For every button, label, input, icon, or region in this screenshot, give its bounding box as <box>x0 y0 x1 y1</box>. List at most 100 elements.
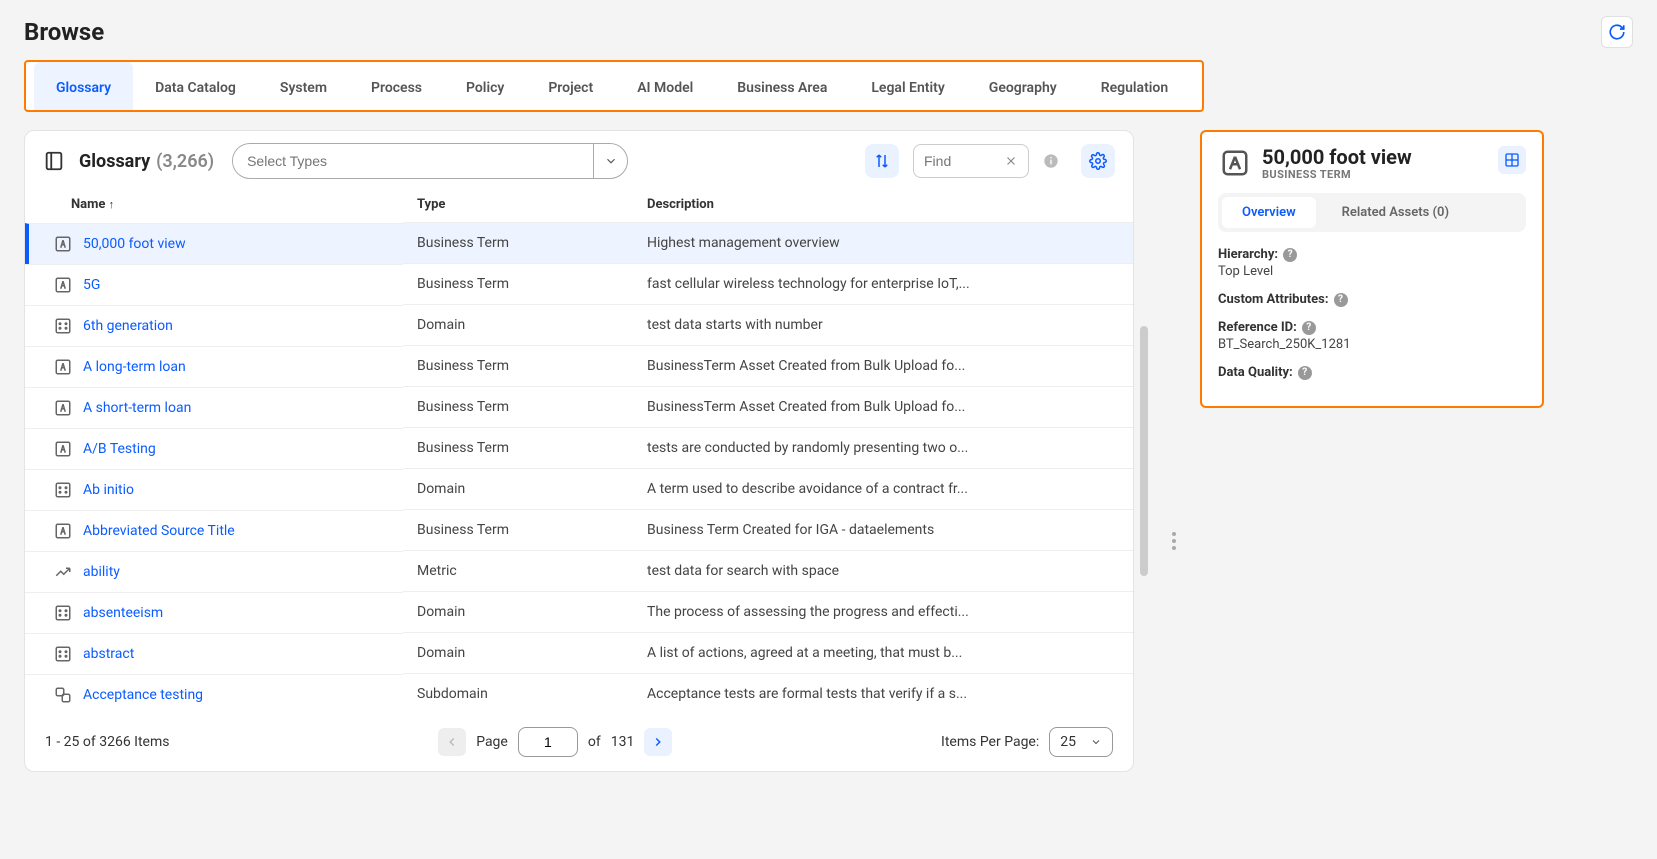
help-icon[interactable]: ? <box>1334 293 1348 307</box>
settings-button[interactable] <box>1081 144 1115 178</box>
table-row[interactable]: 50,000 foot view Business TermHighest man… <box>25 223 1133 264</box>
next-page-button[interactable] <box>644 728 672 756</box>
row-name-link[interactable]: Acceptance testing <box>83 687 203 703</box>
detail-tab-overview[interactable]: Overview <box>1222 197 1316 228</box>
row-name-link[interactable]: abstract <box>83 646 134 662</box>
find-input[interactable] <box>922 152 1002 170</box>
table-row[interactable]: Abbreviated Source Title Business TermBus… <box>25 510 1133 551</box>
row-description: test data for search with space <box>633 551 1133 592</box>
tab-data-catalog[interactable]: Data Catalog <box>133 62 258 110</box>
table-row[interactable]: 5G Business Termfast cellular wireless te… <box>25 264 1133 305</box>
row-description: Highest management overview <box>633 223 1133 264</box>
custom-attr-label: Custom Attributes: <box>1218 292 1329 307</box>
tab-legal-entity[interactable]: Legal Entity <box>849 62 966 110</box>
row-type-icon <box>53 398 73 418</box>
glossary-icon <box>43 150 65 172</box>
table-row[interactable]: 6th generation Domaintest data starts wit… <box>25 305 1133 346</box>
row-description: Business Term Created for IGA - dataelem… <box>633 510 1133 551</box>
help-icon[interactable]: ? <box>1283 248 1297 262</box>
row-name-link[interactable]: Abbreviated Source Title <box>83 523 235 539</box>
row-name-link[interactable]: 6th generation <box>83 318 173 334</box>
detail-tab-related[interactable]: Related Assets (0) <box>1322 197 1469 228</box>
tab-business-area[interactable]: Business Area <box>715 62 849 110</box>
page-title: Browse <box>24 18 104 46</box>
row-type: Business Term <box>403 346 633 387</box>
chevron-down-icon <box>1090 736 1102 748</box>
row-description: fast cellular wireless technology for en… <box>633 264 1133 305</box>
expand-icon <box>1504 152 1520 168</box>
table-row[interactable]: Acceptance testingSubdomainAcceptance te… <box>25 674 1133 715</box>
ipp-select[interactable]: 25 <box>1049 727 1113 757</box>
row-type: Business Term <box>403 223 633 264</box>
row-description: The process of assessing the progress an… <box>633 592 1133 633</box>
table-row[interactable]: Ab initioDomainA term used to describe a… <box>25 469 1133 510</box>
sort-asc-icon: ↑ <box>109 198 115 211</box>
info-icon[interactable] <box>1043 153 1067 169</box>
tabs-bar: Glossary Data Catalog System Process Pol… <box>24 60 1204 112</box>
tab-glossary[interactable]: Glossary <box>34 62 133 110</box>
tab-regulation[interactable]: Regulation <box>1079 62 1190 110</box>
row-type: Business Term <box>403 428 633 469</box>
table-row[interactable]: absenteeism DomainThe process of assessin… <box>25 592 1133 633</box>
row-type-icon <box>53 685 73 705</box>
tab-system[interactable]: System <box>258 62 349 110</box>
row-name-link[interactable]: ability <box>83 564 120 580</box>
gear-icon <box>1089 152 1107 170</box>
chevron-down-icon[interactable] <box>593 144 627 178</box>
col-header-name[interactable]: Name ↑ <box>25 187 403 223</box>
sort-icon <box>873 152 891 170</box>
help-icon[interactable]: ? <box>1298 366 1312 380</box>
hierarchy-value: Top Level <box>1218 264 1526 279</box>
row-type-icon <box>53 480 73 500</box>
table-row[interactable]: A long-term loan Business TermBusinessTer… <box>25 346 1133 387</box>
data-grid: Name ↑ Type Description 50,000 foot view… <box>25 187 1133 715</box>
row-name-link[interactable]: 5G <box>83 277 100 293</box>
clear-icon[interactable] <box>1002 154 1020 168</box>
row-type: Business Term <box>403 264 633 305</box>
sort-button[interactable] <box>865 144 899 178</box>
page-input[interactable] <box>518 727 578 757</box>
type-select-input[interactable] <box>233 147 593 175</box>
chevron-left-icon <box>445 735 459 749</box>
detail-tabs: Overview Related Assets (0) <box>1218 193 1526 232</box>
refresh-button[interactable] <box>1601 16 1633 48</box>
row-description: tests are conducted by randomly presenti… <box>633 428 1133 469</box>
col-header-description[interactable]: Description <box>633 187 1133 223</box>
col-header-type[interactable]: Type <box>403 187 633 223</box>
row-name-link[interactable]: A short-term loan <box>83 400 191 416</box>
type-select[interactable] <box>232 143 628 179</box>
row-type: Subdomain <box>403 674 633 715</box>
row-type-icon <box>53 234 73 254</box>
row-name-link[interactable]: Ab initio <box>83 482 134 498</box>
row-description: A term used to describe avoidance of a c… <box>633 469 1133 510</box>
tab-process[interactable]: Process <box>349 62 444 110</box>
help-icon[interactable]: ? <box>1302 321 1316 335</box>
table-row[interactable]: abstractDomainA list of actions, agreed … <box>25 633 1133 674</box>
tab-geography[interactable]: Geography <box>967 62 1079 110</box>
row-name-link[interactable]: A long-term loan <box>83 359 186 375</box>
row-description: test data starts with number <box>633 305 1133 346</box>
row-description: BusinessTerm Asset Created from Bulk Upl… <box>633 346 1133 387</box>
vertical-scrollbar[interactable] <box>1140 326 1148 576</box>
row-name-link[interactable]: A/B Testing <box>83 441 156 457</box>
expand-panel-button[interactable] <box>1498 146 1526 174</box>
row-type-icon <box>53 275 73 295</box>
tab-ai-model[interactable]: AI Model <box>615 62 715 110</box>
prev-page-button[interactable] <box>438 728 466 756</box>
row-name-link[interactable]: absenteeism <box>83 605 163 621</box>
row-type: Domain <box>403 592 633 633</box>
table-row[interactable]: abilityMetrictest data for search with s… <box>25 551 1133 592</box>
table-row[interactable]: A/B Testing Business Termtests are conduc… <box>25 428 1133 469</box>
row-type: Domain <box>403 305 633 346</box>
row-type-icon <box>53 521 73 541</box>
tab-policy[interactable]: Policy <box>444 62 526 110</box>
panel-resize-handle[interactable] <box>1166 130 1182 772</box>
row-type: Business Term <box>403 387 633 428</box>
detail-title: 50,000 foot view <box>1262 146 1412 168</box>
row-type: Business Term <box>403 510 633 551</box>
row-type-icon <box>53 603 73 623</box>
tab-project[interactable]: Project <box>526 62 615 110</box>
find-box[interactable] <box>913 144 1029 178</box>
row-name-link[interactable]: 50,000 foot view <box>83 236 186 252</box>
table-row[interactable]: A short-term loanBusiness TermBusinessTe… <box>25 387 1133 428</box>
